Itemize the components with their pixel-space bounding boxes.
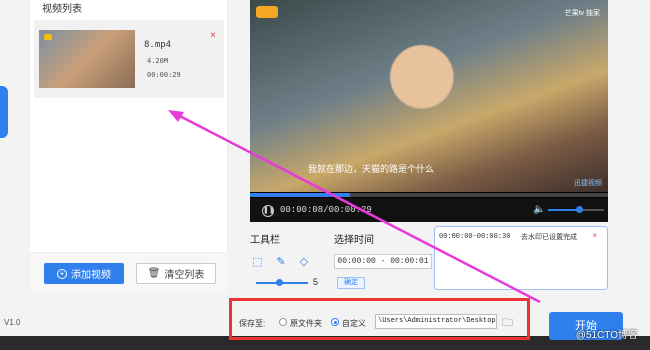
channel-logo-icon: [44, 34, 52, 40]
volume-knob[interactable]: [575, 206, 583, 213]
confirm-button[interactable]: 确定: [337, 277, 365, 289]
volume-icon[interactable]: 🔈: [533, 204, 545, 215]
add-video-label: 添加视频: [71, 270, 111, 281]
pen-icon[interactable]: ✎: [276, 255, 285, 268]
video-list-panel: 视频列表 8.mp4 4.20M 00:00:29 × + 添加视频 🗑 清空列…: [30, 0, 228, 292]
video-thumbnail: [39, 30, 135, 88]
plus-circle-icon: +: [57, 268, 67, 279]
task-log-panel: 00:00:00-00:00:30 去水印已设置完成 ×: [434, 226, 608, 290]
log-entry-status: 去水印已设置完成: [521, 234, 577, 241]
time-display: 00:00:08/00:00:29: [280, 205, 372, 215]
volume-slider[interactable]: [548, 206, 604, 213]
brush-size-value: 5: [313, 277, 319, 287]
video-subtitle: 我就在那边，天猫的路是个什么: [308, 164, 435, 174]
annotation-highlight-box: [229, 298, 530, 340]
toolbar-label: 工具栏: [250, 235, 280, 246]
site-watermark: @51CTO博客: [575, 330, 638, 341]
video-list-title: 视频列表: [42, 4, 82, 15]
add-video-button[interactable]: + 添加视频: [44, 263, 124, 284]
version-label: V1.0: [4, 318, 21, 327]
time-range-input[interactable]: 00:00:00 - 00:00:01: [334, 254, 432, 269]
remove-video-button[interactable]: ×: [210, 30, 216, 41]
video-watermark: 迅捷视频: [574, 180, 602, 187]
select-time-label: 选择时间: [334, 235, 374, 246]
video-filesize: 4.20M: [147, 57, 169, 65]
pause-icon[interactable]: ❚❚: [262, 205, 275, 217]
clear-list-label: 清空列表: [164, 270, 205, 281]
progress-bar[interactable]: [250, 193, 608, 197]
clear-list-button[interactable]: 🗑 清空列表: [136, 263, 216, 284]
side-nav-indicator[interactable]: [0, 86, 8, 138]
video-frame: 芒果tv 独家 我就在那边，天猫的路是个什么 迅捷视频: [250, 0, 608, 192]
video-list-footer: + 添加视频 🗑 清空列表: [30, 252, 228, 292]
app-window: 视频列表 8.mp4 4.20M 00:00:29 × + 添加视频 🗑 清空列…: [0, 0, 650, 336]
progress-fill: [250, 193, 351, 197]
video-list-item[interactable]: 8.mp4 4.20M 00:00:29 ×: [34, 20, 224, 98]
remove-log-button[interactable]: ×: [592, 231, 597, 240]
eraser-icon[interactable]: ◇: [300, 255, 308, 268]
tool-icons: ⬚ ✎ ◇: [252, 255, 308, 268]
volume-fill: [548, 209, 579, 211]
brush-size-slider[interactable]: [256, 279, 308, 286]
trash-icon: 🗑: [147, 268, 161, 279]
select-region-icon[interactable]: ⬚: [252, 255, 262, 268]
video-player[interactable]: 芒果tv 独家 我就在那边，天猫的路是个什么 迅捷视频 ❚❚ 00:00:08/…: [250, 0, 608, 222]
log-entry-time: 00:00:00-00:00:30: [439, 233, 511, 241]
video-duration: 00:00:29: [147, 71, 181, 79]
brush-size-knob[interactable]: [276, 279, 283, 286]
channel-logo-icon: [256, 6, 278, 18]
mango-tv-logo: 芒果tv 独家: [564, 10, 600, 17]
video-filename: 8.mp4: [144, 40, 172, 50]
